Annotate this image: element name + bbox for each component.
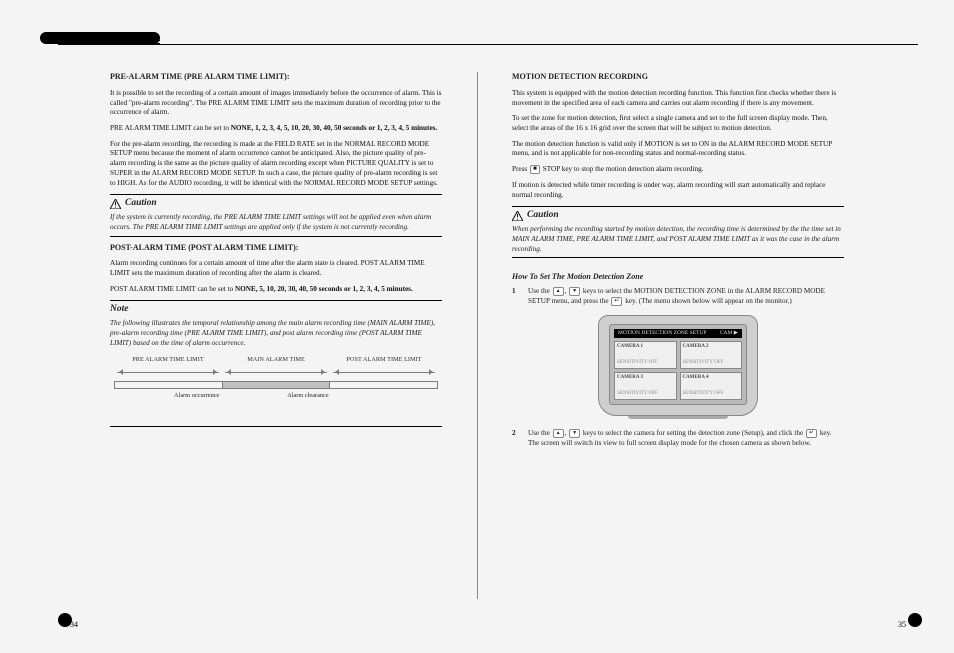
stop-key-icon bbox=[530, 165, 540, 174]
rule bbox=[110, 194, 442, 195]
paragraph: Press STOP key to stop the motion detect… bbox=[512, 165, 844, 175]
paragraph: The motion detection function is valid o… bbox=[512, 140, 844, 159]
paragraph: This system is equipped with the motion … bbox=[512, 89, 844, 108]
warning-icon bbox=[512, 211, 523, 221]
heading-post-alarm: POST-ALARM TIME (POST ALARM TIME LIMIT): bbox=[110, 243, 442, 254]
tl-seg-post bbox=[329, 381, 438, 389]
arrow-span bbox=[330, 368, 438, 378]
cam-label: CAMERA 4 bbox=[683, 375, 740, 382]
text: POST ALARM TIME LIMIT can be set to bbox=[110, 285, 235, 293]
tl-label: PRE ALARM TIME LIMIT bbox=[114, 356, 222, 365]
note-body: The following illustrates the temporal r… bbox=[110, 319, 442, 348]
cam-label: CAMERA 1 bbox=[617, 344, 674, 351]
warning-icon bbox=[110, 199, 121, 209]
text: key. (The menu shown below will appear o… bbox=[623, 297, 791, 305]
tl-marker: Alarm occurrence bbox=[114, 392, 223, 401]
camera-cell: CAMERA 3 SENSITIVITY OFF bbox=[614, 372, 677, 400]
paragraph: Alarm recording continues for a certain … bbox=[110, 259, 442, 278]
cam-sub: SENSITIVITY OFF bbox=[683, 391, 740, 398]
caution-label: Caution bbox=[527, 209, 559, 222]
caution-body: When performing the recording started by… bbox=[512, 225, 844, 254]
caution-body: If the system is currently recording, th… bbox=[110, 213, 442, 232]
paragraph: PRE ALARM TIME LIMIT can be set to NONE,… bbox=[110, 124, 442, 134]
step-number: 2 bbox=[512, 429, 522, 449]
text: , bbox=[565, 287, 569, 295]
caution-heading: Caution bbox=[512, 209, 844, 222]
tl-label: POST ALARM TIME LIMIT bbox=[330, 356, 438, 365]
tl-seg-pre bbox=[114, 381, 222, 389]
rule bbox=[110, 426, 442, 427]
text: keys to select the camera for setting th… bbox=[581, 430, 805, 438]
up-key-icon bbox=[553, 287, 564, 296]
paragraph: If motion is detected while timer record… bbox=[512, 181, 844, 200]
step-text: Use the , keys to select the MOTION DETE… bbox=[528, 287, 844, 307]
left-column: PRE-ALARM TIME (PRE ALARM TIME LIMIT): I… bbox=[50, 20, 468, 633]
cam-label: CAMERA 3 bbox=[617, 375, 674, 382]
paragraph: For the pre-alarm recording, the recordi… bbox=[110, 140, 442, 189]
enter-key-icon bbox=[611, 297, 622, 306]
arrow-span bbox=[114, 368, 222, 378]
text-bold: NONE, 5, 10, 20, 30, 40, 50 seconds or 1… bbox=[235, 285, 413, 293]
right-column: MOTION DETECTION RECORDING This system i… bbox=[468, 20, 904, 633]
text-bold: NONE, 1, 2, 3, 4, 5, 10, 20, 30, 40, 50 … bbox=[231, 124, 438, 132]
tv-title: MOTION DETECTION ZONE SETUP bbox=[618, 330, 706, 337]
rule bbox=[512, 257, 844, 258]
text: STOP key to stop the motion detection al… bbox=[541, 165, 704, 173]
tl-seg-main bbox=[222, 381, 330, 389]
step-1: 1 Use the , keys to select the MOTION DE… bbox=[512, 287, 844, 307]
tl-marker: Alarm clearance bbox=[223, 392, 332, 401]
cam-sub: SENSITIVITY OFF bbox=[617, 391, 674, 398]
down-key-icon bbox=[569, 287, 580, 296]
camera-cell: CAMERA 1 SENSITIVITY OFF bbox=[614, 341, 677, 369]
note-heading: Note bbox=[110, 303, 442, 316]
monitor-illustration: MOTION DETECTION ZONE SETUP CAM ▶ CAMERA… bbox=[598, 315, 758, 419]
enter-key-icon bbox=[806, 429, 817, 438]
step-number: 1 bbox=[512, 287, 522, 307]
up-key-icon bbox=[553, 429, 564, 438]
step-text: Use the , keys to select the camera for … bbox=[528, 429, 844, 449]
caution-heading: Caution bbox=[110, 197, 442, 210]
cam-sub: SENSITIVITY OFF bbox=[617, 360, 674, 367]
camera-cell: CAMERA 4 SENSITIVITY OFF bbox=[680, 372, 743, 400]
text: Press bbox=[512, 165, 529, 173]
tv-title-right: CAM ▶ bbox=[720, 330, 738, 337]
rule bbox=[512, 206, 844, 207]
paragraph: It is possible to set the recording of a… bbox=[110, 89, 442, 118]
page-dot-right bbox=[908, 613, 922, 627]
paragraph: POST ALARM TIME LIMIT can be set to NONE… bbox=[110, 285, 442, 295]
arrow-span bbox=[222, 368, 330, 378]
caution-label: Caution bbox=[125, 197, 157, 210]
subheading-zone: How To Set The Motion Detection Zone bbox=[512, 272, 844, 283]
cam-sub: SENSITIVITY OFF bbox=[683, 360, 740, 367]
text: PRE ALARM TIME LIMIT can be set to bbox=[110, 124, 231, 132]
text: Use the bbox=[528, 287, 552, 295]
heading-motion: MOTION DETECTION RECORDING bbox=[512, 72, 844, 83]
camera-cell: CAMERA 2 SENSITIVITY OFF bbox=[680, 341, 743, 369]
rule bbox=[110, 300, 442, 301]
rule bbox=[110, 236, 442, 237]
paragraph: To set the zone for motion detection, fi… bbox=[512, 114, 844, 133]
text: Use the bbox=[528, 430, 552, 438]
timeline-diagram: PRE ALARM TIME LIMIT MAIN ALARM TIME POS… bbox=[114, 356, 438, 414]
cam-label: CAMERA 2 bbox=[683, 344, 740, 351]
down-key-icon bbox=[569, 429, 580, 438]
heading-pre-alarm: PRE-ALARM TIME (PRE ALARM TIME LIMIT): bbox=[110, 72, 442, 83]
tl-label: MAIN ALARM TIME bbox=[222, 356, 330, 365]
text: , bbox=[565, 430, 569, 438]
note-label: Note bbox=[110, 303, 128, 316]
step-2: 2 Use the , keys to select the camera fo… bbox=[512, 429, 844, 449]
